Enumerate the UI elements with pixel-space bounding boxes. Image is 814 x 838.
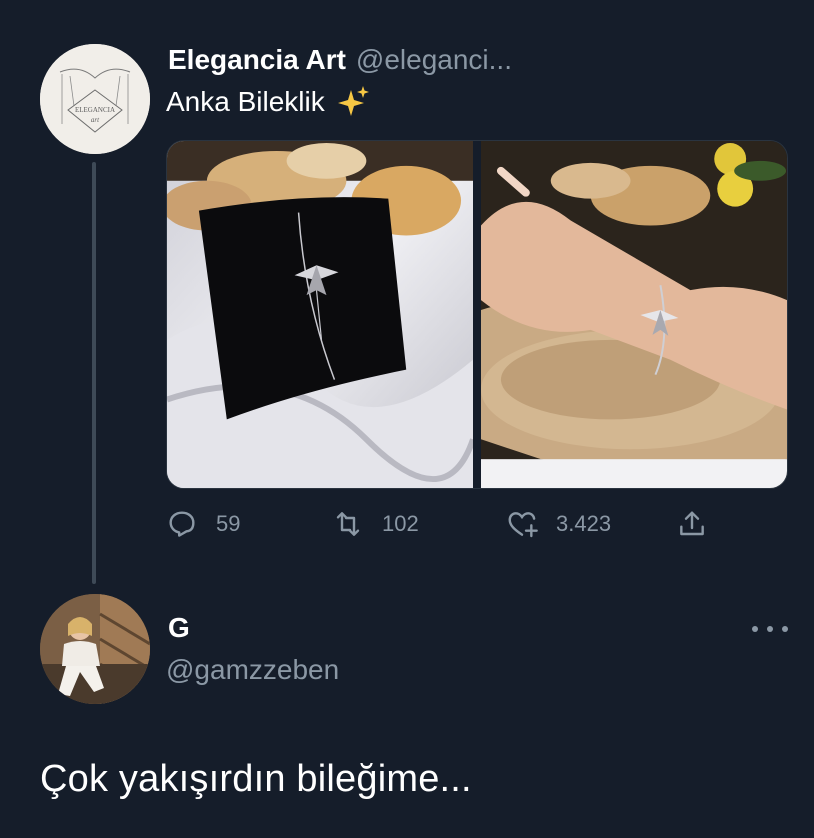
reply-count: 59: [216, 511, 241, 536]
heart-plus-icon: [508, 512, 538, 538]
tweet-actions-bar: 59 102 3.423: [166, 502, 726, 546]
share-button[interactable]: [676, 502, 726, 546]
more-dot-icon: [767, 626, 773, 632]
svg-text:ELEGANCIA: ELEGANCIA: [75, 106, 115, 114]
more-options-button[interactable]: [752, 618, 788, 640]
thread-connector-line: [92, 162, 96, 584]
elegancia-logo-icon: ELEGANCIA art: [40, 44, 150, 154]
share-icon: [680, 511, 704, 536]
bracelet-on-wrist-photo[interactable]: [481, 141, 787, 488]
tweet-header: Elegancia Art @eleganci...: [168, 40, 512, 80]
author-avatar[interactable]: ELEGANCIA art: [40, 44, 150, 154]
reply-author-handle[interactable]: @gamzzeben: [166, 654, 339, 686]
like-count: 3.423: [556, 511, 612, 536]
author-display-name[interactable]: Elegancia Art: [168, 44, 346, 76]
reply-icon: [169, 511, 195, 537]
more-dot-icon: [782, 626, 788, 632]
retweet-count: 102: [382, 511, 419, 536]
reply-text: Çok yakışırdın bileğime...: [40, 758, 472, 800]
bracelet-on-display-photo[interactable]: [167, 141, 473, 488]
retweet-button[interactable]: 102: [332, 502, 419, 546]
like-button[interactable]: 3.423: [506, 502, 611, 546]
tweet-media-grid: [166, 140, 788, 489]
reply-author-avatar[interactable]: [40, 594, 150, 704]
tweet-text: Anka Bileklik: [166, 84, 371, 120]
user-photo-icon: [40, 594, 150, 704]
author-handle[interactable]: @eleganci...: [356, 44, 512, 76]
tweet-text-content: Anka Bileklik: [166, 86, 325, 117]
more-dot-icon: [752, 626, 758, 632]
svg-text:art: art: [91, 116, 100, 124]
reply-button[interactable]: 59: [166, 502, 240, 546]
retweet-icon: [336, 512, 360, 536]
reply-author-name[interactable]: G: [168, 612, 190, 644]
sparkles-icon: [337, 86, 369, 116]
